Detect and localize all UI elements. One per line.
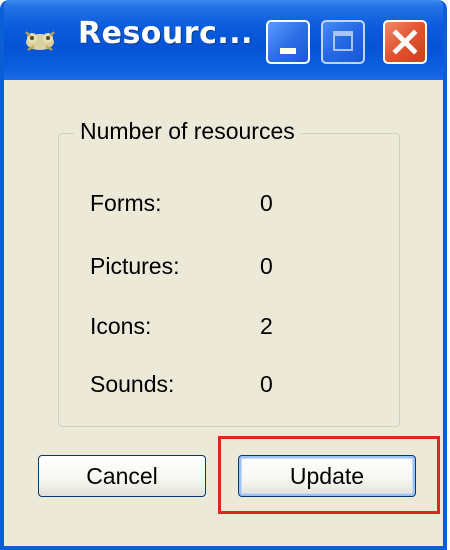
cancel-button[interactable]: Cancel <box>38 455 206 497</box>
groupbox-legend: Number of resources <box>74 118 301 145</box>
forms-count: 0 <box>260 190 273 216</box>
icons-count: 2 <box>260 313 273 339</box>
sounds-label: Sounds: <box>90 371 175 397</box>
update-highlight-box <box>218 436 440 514</box>
icons-row: Icons: 2 <box>90 313 273 340</box>
close-button[interactable] <box>383 20 427 64</box>
forms-row: Forms: 0 <box>90 190 273 217</box>
icons-label: Icons: <box>90 313 152 339</box>
maximize-button[interactable] <box>321 20 365 64</box>
title-bar[interactable]: Resourc... <box>4 0 443 80</box>
sounds-count: 0 <box>260 371 273 397</box>
minimize-icon <box>280 48 296 54</box>
pictures-label: Pictures: <box>90 253 180 279</box>
close-icon <box>392 29 418 55</box>
cat-app-icon <box>25 31 55 51</box>
window-title: Resourc... <box>78 16 254 51</box>
sounds-row: Sounds: 0 <box>90 371 273 398</box>
maximize-icon <box>333 31 353 51</box>
pictures-row: Pictures: 0 <box>90 253 273 280</box>
pictures-count: 0 <box>260 253 273 279</box>
minimize-button[interactable] <box>266 20 310 64</box>
forms-label: Forms: <box>90 190 162 216</box>
